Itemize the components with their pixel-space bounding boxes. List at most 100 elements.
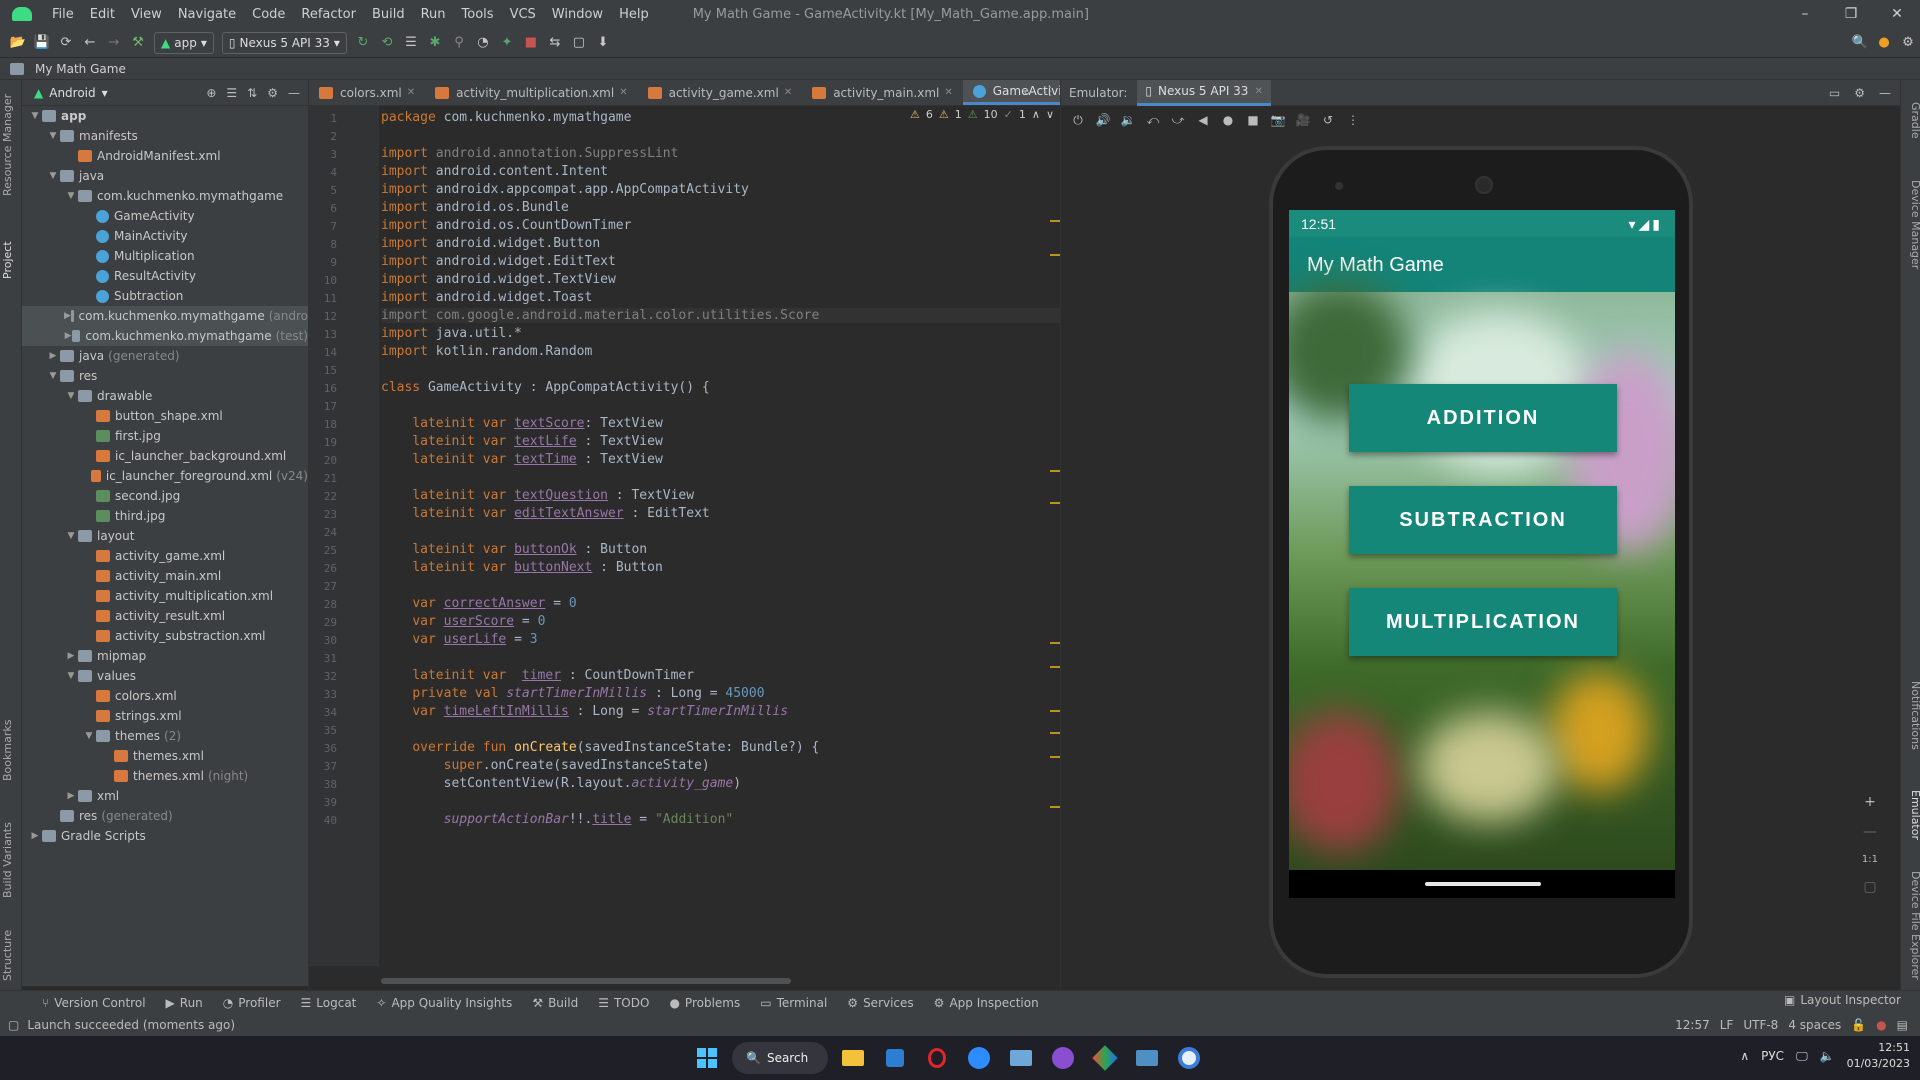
tree-item[interactable]: colors.xml [22,686,308,706]
emulator-tab[interactable]: Emulator [1902,780,1920,850]
tree-item[interactable]: first.jpg [22,426,308,446]
sdk-manager-icon[interactable]: ⬇ [591,32,615,54]
device-manager-icon[interactable]: ▢ [567,32,591,54]
memory-icon[interactable]: ▤ [1897,1018,1908,1032]
inspection-widget[interactable]: ⚠ 6 ⚠ 1 ⚠ 10 ✓ 1 ∧ ∨ [910,108,1054,121]
menu-item-tools[interactable]: Tools [454,7,502,22]
volume-icon[interactable]: 🔈 [1820,1049,1835,1063]
stripe-mark[interactable] [1050,666,1060,668]
file-explorer-icon[interactable] [836,1042,870,1074]
tool-tab-services[interactable]: ⚙ Services [837,996,923,1010]
tree-item[interactable]: ▶ com.kuchmenko.mymathgame (test) [22,326,308,346]
search-icon[interactable]: 🔍 [1848,32,1872,54]
chevron-down-icon[interactable]: ▼ [46,371,60,381]
screenshot-icon[interactable]: 📷 [1267,113,1289,127]
tree-item[interactable]: ▼ layout [22,526,308,546]
tree-item[interactable]: activity_main.xml [22,566,308,586]
menu-item-edit[interactable]: Edit [82,7,123,22]
debug-icon[interactable]: ✱ [423,32,447,54]
tool-tab-app-quality-insights[interactable]: ✧ App Quality Insights [366,996,522,1010]
code-line[interactable]: import android.os.Bundle [381,200,569,215]
lock-icon[interactable]: 🔓 [1851,1018,1866,1032]
close-window-button[interactable]: ✕ [1874,0,1920,28]
chevron-right-icon[interactable]: ▶ [64,311,71,321]
error-indicator-icon[interactable]: ● [1876,1018,1886,1032]
stripe-mark[interactable] [1050,502,1060,504]
network-icon[interactable]: 🖵 [1796,1049,1808,1064]
android-studio-taskbar-icon[interactable] [1172,1042,1206,1074]
stripe-mark[interactable] [1050,470,1060,472]
run-config-select[interactable]: ▲ app ▾ [154,31,214,54]
tree-item[interactable]: ▼ java [22,166,308,186]
close-tab-icon[interactable]: ✕ [619,87,627,98]
code-line[interactable]: import android.annotation.SuppressLint [381,146,678,161]
code-line[interactable]: setContentView(R.layout.activity_game) [381,776,741,791]
subtraction-button[interactable]: SUBTRACTION [1349,486,1617,554]
tool-tab-profiler[interactable]: ◔ Profiler [213,996,291,1010]
tree-item[interactable]: themes.xml (night) [22,766,308,786]
stripe-mark[interactable] [1050,710,1060,712]
code-line[interactable]: import android.widget.TextView [381,272,616,287]
apply-changes-icon[interactable]: ↻ [351,32,375,54]
tree-item[interactable]: strings.xml [22,706,308,726]
overview-icon[interactable]: ■ [1242,113,1264,127]
menu-item-run[interactable]: Run [413,7,454,22]
bookmarks-tab[interactable]: Bookmarks [1,710,21,790]
git-icon[interactable] [1088,1042,1122,1074]
code-line[interactable]: class GameActivity : AppCompatActivity()… [381,380,710,395]
caret-position[interactable]: 12:57 [1675,1018,1710,1032]
tree-item[interactable]: ▼ app [22,106,308,126]
code-line[interactable]: import com.google.android.material.color… [381,308,1061,323]
editor-tab[interactable]: colors.xml ✕ [309,80,425,105]
sync-icon[interactable]: ⟳ [54,32,78,54]
code-line[interactable]: import android.widget.EditText [381,254,616,269]
forward-icon[interactable]: → [102,32,126,54]
code-line[interactable]: import androidx.appcompat.app.AppCompatA… [381,182,749,197]
tool-tab-build[interactable]: ⚒ Build [522,996,588,1010]
gradle-tab[interactable]: Gradle [1902,90,1920,150]
code-line[interactable]: var timeLeftInMillis : Long = startTimer… [381,704,788,719]
build-variants-tab[interactable]: Build Variants [1,810,21,910]
horizontal-scrollbar[interactable] [381,978,791,984]
tree-item[interactable]: ▼ drawable [22,386,308,406]
chevron-down-icon[interactable]: ▾ [102,86,108,100]
editor-tab[interactable]: activity_multiplication.xml ✕ [425,80,637,105]
taskbar-clock[interactable]: 12:51 01/03/2023 [1847,1040,1910,1072]
chevron-right-icon[interactable]: ▶ [64,791,78,801]
tree-item[interactable]: second.jpg [22,486,308,506]
editor-tab[interactable]: activity_main.xml ✕ [802,80,963,105]
fit-screen-icon[interactable]: ▢ [1863,879,1876,895]
status-message[interactable]: Launch succeeded (moments ago) [27,1018,235,1032]
menu-item-help[interactable]: Help [611,7,657,22]
more-options-icon[interactable]: ⋮ [1044,84,1056,98]
menu-item-file[interactable]: File [44,7,82,22]
tree-item[interactable]: ▼ res [22,366,308,386]
tree-item[interactable]: activity_substraction.xml [22,626,308,646]
chevron-down-icon[interactable]: ▼ [46,131,60,141]
gear-icon[interactable]: ⚙ [1854,86,1865,100]
volume-down-icon[interactable]: 🔉 [1117,113,1139,127]
run-tests-icon[interactable]: ✦ [495,32,519,54]
language-indicator[interactable]: РУС [1761,1049,1784,1063]
zoom-out-icon[interactable]: — [1863,824,1877,840]
maximize-button[interactable]: ❐ [1828,0,1874,28]
back-icon[interactable]: ◀ [1192,113,1214,127]
tool-tab-todo[interactable]: ☰ TODO [588,996,659,1010]
tree-item[interactable]: ▶ Gradle Scripts [22,826,308,846]
collapse-all-icon[interactable]: ☰ [226,86,237,100]
chevron-down-icon[interactable]: ▼ [28,111,42,121]
menu-item-refactor[interactable]: Refactor [293,7,364,22]
record-icon[interactable]: 🎥 [1292,113,1314,127]
tree-item[interactable]: third.jpg [22,506,308,526]
tree-item[interactable]: GameActivity [22,206,308,226]
tree-item[interactable]: ResultActivity [22,266,308,286]
hide-icon[interactable]: — [1879,86,1891,100]
code-line[interactable]: lateinit var textTime : TextView [381,452,662,467]
tree-item[interactable]: ic_launcher_foreground.xml (v24) [22,466,308,486]
snapshot-icon[interactable]: ↺ [1317,113,1339,127]
phone-screen[interactable]: 12:51 ▾◢▮ My Math Game ADDITION SUBTRACT… [1289,210,1675,898]
code-area[interactable]: 1 package com.kuchmenko.mymathgame 2 3 impor… [309,106,1061,966]
tree-item[interactable]: MainActivity [22,226,308,246]
close-icon[interactable]: ✕ [1254,86,1262,97]
stop-icon[interactable]: ■ [519,32,543,54]
